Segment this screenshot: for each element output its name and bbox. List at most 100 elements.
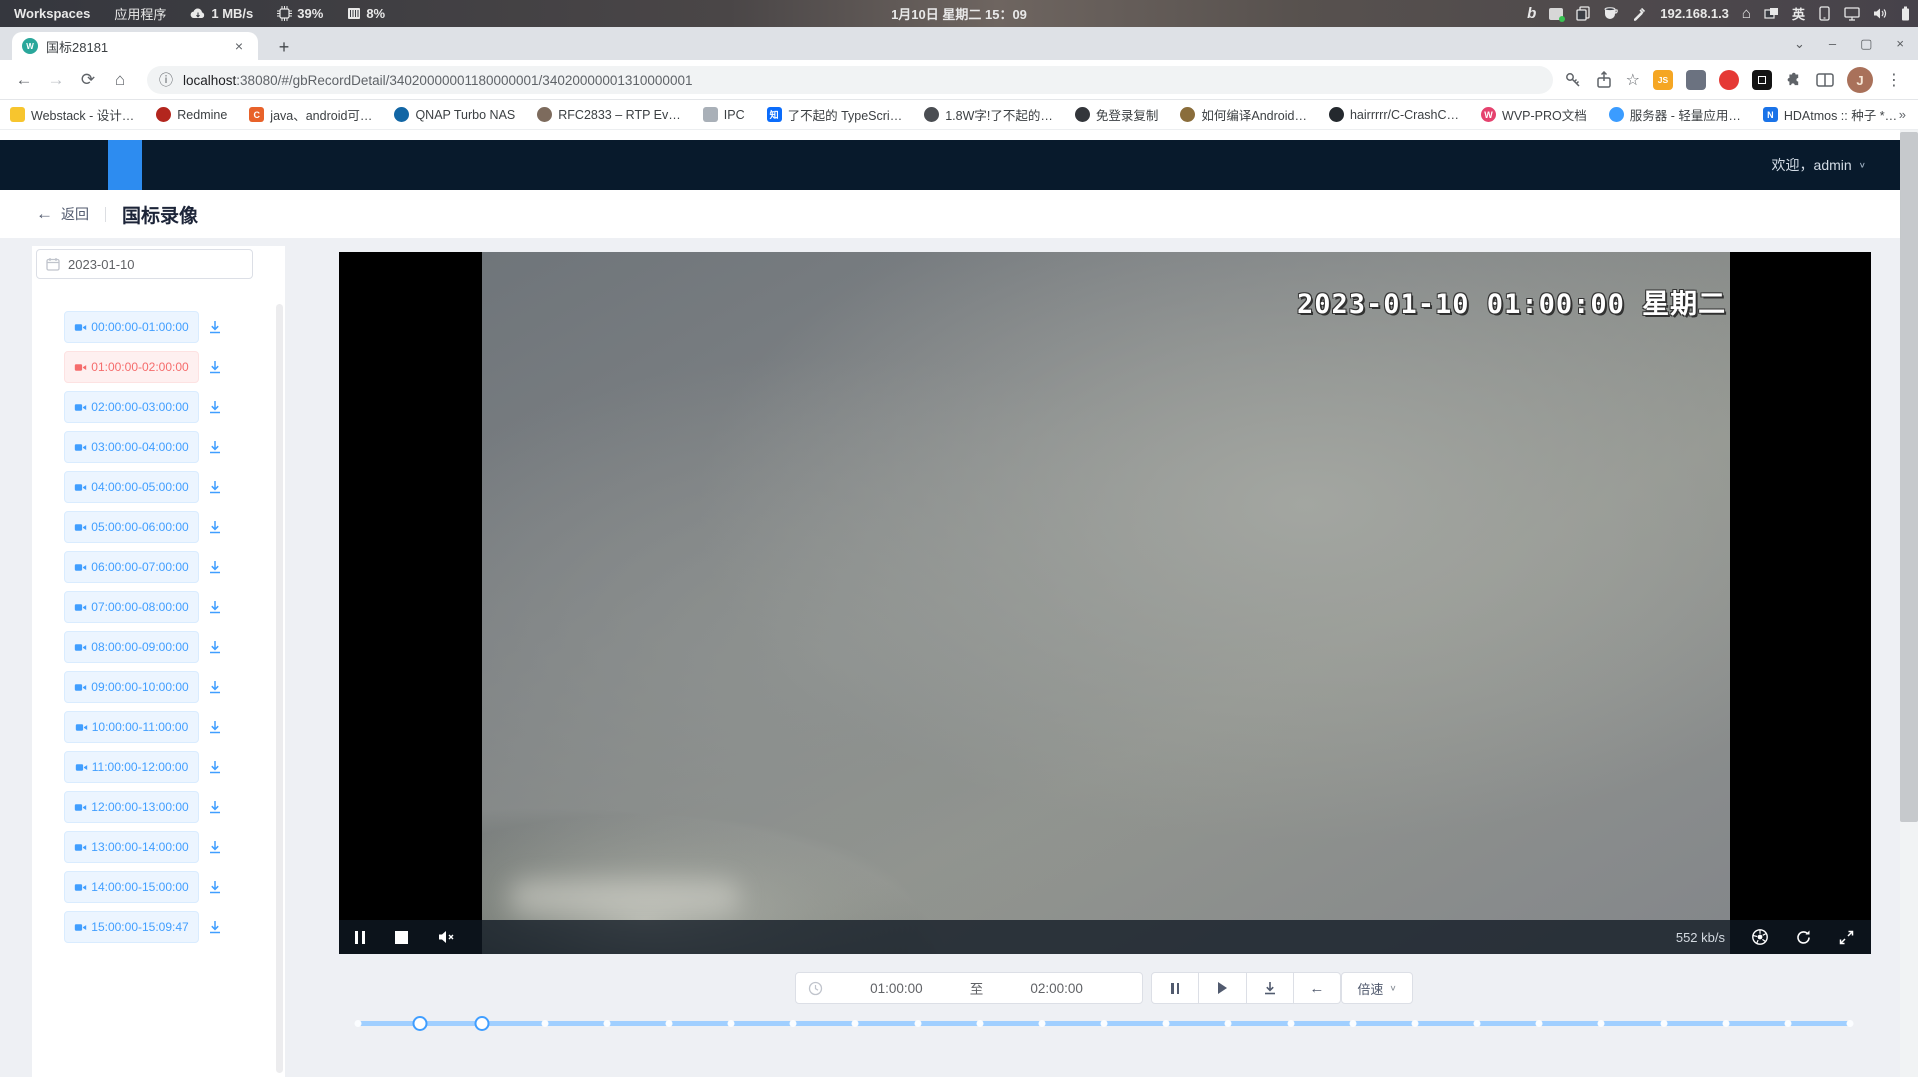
window-close-button[interactable]: × [1896, 36, 1904, 51]
bookmark-item[interactable]: IPC [703, 107, 745, 122]
display-icon[interactable] [1844, 7, 1860, 21]
nav-item[interactable] [409, 140, 443, 190]
bookmark-star-icon[interactable]: ☆ [1626, 70, 1640, 90]
download-segment-button[interactable] [206, 358, 224, 376]
page-scrollbar-thumb[interactable] [1900, 132, 1918, 822]
workspaces-menu[interactable]: Workspaces [14, 6, 90, 21]
bookmark-item[interactable]: RFC2833 – RTP Ev… [537, 107, 681, 122]
browser-menu-icon[interactable]: ⋮ [1886, 70, 1902, 90]
segment-button[interactable]: 08:00:00-09:00:00 [64, 631, 199, 663]
phone-link-icon[interactable] [1818, 6, 1831, 21]
nav-item[interactable] [65, 140, 99, 190]
forward-button[interactable]: → [44, 68, 68, 92]
download-segment-button[interactable] [206, 518, 224, 536]
bookmark-item[interactable]: Redmine [156, 107, 227, 122]
download-segment-button[interactable] [206, 558, 224, 576]
snapshot-aperture-icon[interactable] [1751, 928, 1769, 946]
user-menu[interactable]: 欢迎，admin ∨ [1772, 140, 1866, 190]
segment-button[interactable]: 07:00:00-08:00:00 [64, 591, 199, 623]
extension-black-icon[interactable] [1752, 70, 1772, 90]
download-segment-button[interactable] [206, 478, 224, 496]
download-segment-button[interactable] [206, 758, 224, 776]
download-segment-button[interactable] [206, 718, 224, 736]
segment-button[interactable]: 10:00:00-11:00:00 [64, 711, 199, 743]
passwords-key-icon[interactable] [1564, 71, 1582, 89]
extensions-puzzle-icon[interactable] [1785, 71, 1803, 89]
timeline-handle[interactable] [413, 1016, 428, 1031]
download-segment-button[interactable] [206, 838, 224, 856]
tab-search-icon[interactable]: ⌄ [1794, 36, 1805, 52]
back-link[interactable]: ← 返回 [36, 204, 89, 224]
play-button[interactable] [1199, 972, 1246, 1004]
profile-avatar[interactable]: J [1847, 67, 1873, 93]
start-time-value[interactable]: 01:00:00 [823, 981, 970, 996]
bookmark-item[interactable]: W WVP-PRO文档 [1481, 105, 1587, 124]
site-info-icon[interactable]: ⓘ [159, 70, 173, 90]
caffeine-cup-icon[interactable] [1603, 7, 1619, 21]
fullscreen-icon[interactable] [1838, 929, 1855, 946]
bookmark-item[interactable]: 服务器 - 轻量应用… [1609, 105, 1741, 124]
home-button[interactable]: ⌂ [108, 68, 132, 92]
nav-item[interactable] [151, 140, 185, 190]
browser-tab[interactable]: W 国标28181 × [12, 32, 258, 60]
bing-tray-icon[interactable]: b [1527, 5, 1536, 22]
extension-red-icon[interactable] [1719, 70, 1739, 90]
timeline-handle[interactable] [475, 1016, 490, 1031]
download-segment-button[interactable] [206, 798, 224, 816]
bookmark-item[interactable]: QNAP Turbo NAS [394, 107, 515, 122]
download-button[interactable] [1247, 972, 1294, 1004]
nav-item[interactable] [280, 140, 314, 190]
refresh-icon[interactable] [1795, 929, 1812, 946]
download-segment-button[interactable] [206, 878, 224, 896]
seek-back-button[interactable]: ← [1294, 972, 1341, 1004]
tab-close-icon[interactable]: × [230, 37, 248, 55]
battery-icon[interactable] [1901, 6, 1910, 21]
segment-button[interactable]: 13:00:00-14:00:00 [64, 831, 199, 863]
window-switcher-icon[interactable] [1764, 7, 1779, 20]
download-segment-button[interactable] [206, 398, 224, 416]
window-minimize-button[interactable]: – [1829, 36, 1836, 51]
mute-icon[interactable] [438, 929, 456, 945]
download-segment-button[interactable] [206, 918, 224, 936]
nav-item[interactable] [22, 140, 56, 190]
segment-button[interactable]: 05:00:00-06:00:00 [64, 511, 199, 543]
nav-item[interactable] [108, 140, 142, 190]
back-button[interactable]: ← [12, 68, 36, 92]
window-maximize-button[interactable]: ▢ [1860, 36, 1872, 52]
segment-button[interactable]: 11:00:00-12:00:00 [64, 751, 199, 783]
applications-menu[interactable]: 应用程序 [114, 4, 166, 23]
address-bar[interactable]: ⓘ localhost:38080/#/gbRecordDetail/34020… [147, 66, 1553, 94]
color-picker-icon[interactable] [1632, 6, 1647, 21]
bookmarks-overflow-icon[interactable]: » [1899, 107, 1906, 122]
clipboard-icon[interactable] [1576, 6, 1590, 21]
segment-button[interactable]: 15:00:00-15:09:47 [64, 911, 199, 943]
segment-button[interactable]: 02:00:00-03:00:00 [64, 391, 199, 423]
share-icon[interactable] [1595, 71, 1613, 89]
home-tray-icon[interactable]: ⌂ [1742, 5, 1751, 22]
time-range-input[interactable]: 01:00:00 至 02:00:00 [795, 972, 1143, 1004]
nav-item[interactable] [194, 140, 228, 190]
new-tab-button[interactable]: + [272, 35, 296, 59]
segment-button[interactable]: 06:00:00-07:00:00 [64, 551, 199, 583]
nav-item[interactable] [237, 140, 271, 190]
segment-button[interactable]: 12:00:00-13:00:00 [64, 791, 199, 823]
playback-speed-button[interactable]: 倍速 ∨ [1341, 972, 1413, 1004]
bookmark-item[interactable]: 1.8W字!了不起的… [924, 105, 1053, 124]
split-view-icon[interactable] [1816, 72, 1834, 88]
bookmark-item[interactable]: 如何编译Android… [1180, 105, 1307, 124]
app-indicator-icon[interactable] [1549, 8, 1563, 20]
download-segment-button[interactable] [206, 318, 224, 336]
ime-indicator[interactable]: 英 [1792, 4, 1805, 23]
end-time-value[interactable]: 02:00:00 [983, 981, 1130, 996]
segment-button[interactable]: 09:00:00-10:00:00 [64, 671, 199, 703]
bookmark-item[interactable]: hairrrrr/C-CrashC… [1329, 107, 1459, 122]
bookmark-item[interactable]: 免登录复制 [1075, 105, 1159, 124]
download-segment-button[interactable] [206, 598, 224, 616]
segment-button[interactable]: 04:00:00-05:00:00 [64, 471, 199, 503]
nav-item[interactable] [366, 140, 400, 190]
bookmark-item[interactable]: N HDAtmos :: 种子 *… [1763, 105, 1897, 124]
segment-button[interactable]: 00:00:00-01:00:00 [64, 311, 199, 343]
segment-button[interactable]: 14:00:00-15:00:00 [64, 871, 199, 903]
bookmark-item[interactable]: 知 了不起的 TypeScri… [767, 105, 903, 124]
player-stop-button[interactable] [395, 931, 408, 944]
